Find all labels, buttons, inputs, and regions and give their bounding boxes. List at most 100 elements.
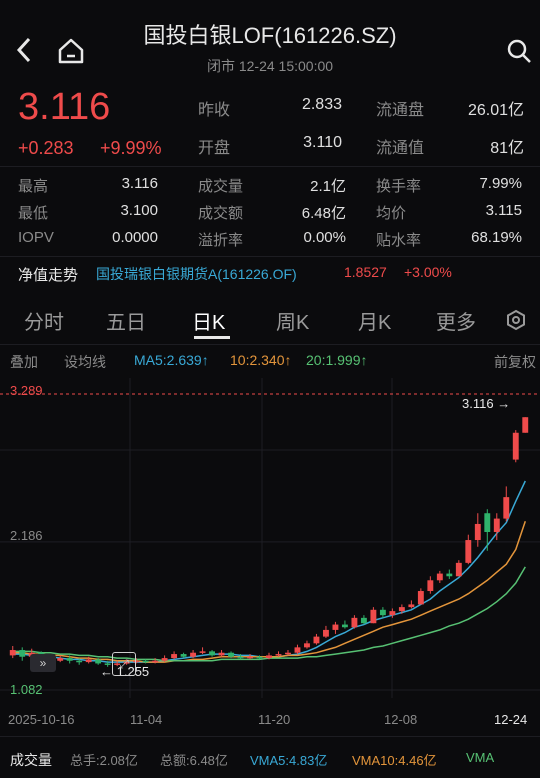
divider <box>0 166 540 167</box>
ma-line-ma20 <box>12 566 526 662</box>
candle-body <box>427 580 434 592</box>
x-tick-1: 11-04 <box>130 712 163 727</box>
low-value: 3.100 <box>120 202 158 219</box>
nav-value: 1.8527 <box>344 264 387 280</box>
y-label-top: 3.289 <box>10 383 43 398</box>
candle-body <box>85 659 92 663</box>
total-hands: 总手:2.08亿 <box>70 753 138 768</box>
high-value: 3.116 <box>121 175 158 192</box>
candle-body <box>512 432 519 460</box>
candle-body <box>436 573 443 581</box>
tab-weekly-k[interactable]: 周K <box>276 306 309 335</box>
turnover-rate-value: 7.99% <box>479 175 522 192</box>
y-label-mid: 2.186 <box>10 528 43 543</box>
candle-body <box>493 518 500 533</box>
last-price-label: 3.116 <box>462 396 494 411</box>
overlay-button[interactable]: 叠加 <box>10 352 38 372</box>
candle <box>522 417 529 433</box>
vma10-readout: VMA10:4.46亿 <box>352 753 437 768</box>
candle <box>408 600 415 609</box>
volume-section-label[interactable]: 成交量 <box>10 750 52 770</box>
x-tick-2: 11-20 <box>258 712 291 727</box>
candle-body <box>484 513 491 533</box>
ma20-readout: 20:1.999↑ <box>306 352 368 368</box>
price-change-pct: +9.99% <box>100 138 162 158</box>
candle <box>351 615 358 629</box>
candle <box>503 486 510 522</box>
tab-more[interactable]: 更多 <box>436 306 476 335</box>
set-ma-button[interactable]: 设均线 <box>64 352 106 372</box>
candle-body <box>285 652 291 655</box>
candle-body <box>247 656 253 659</box>
search-icon[interactable] <box>502 34 536 68</box>
fullscreen-icon[interactable]: ⤢ <box>112 652 136 676</box>
candle-body <box>294 647 301 653</box>
candle-body <box>142 660 149 663</box>
candle-body <box>66 658 73 661</box>
avg-price-value: 3.115 <box>485 202 522 219</box>
tab-daily-k[interactable]: 日K <box>192 306 225 335</box>
candle <box>417 588 424 605</box>
candle-body <box>522 417 529 433</box>
settings-icon[interactable] <box>502 307 530 333</box>
vma-readout: VMA <box>466 750 495 765</box>
candle <box>446 569 453 579</box>
last-price-marker: 3.116 → <box>462 396 511 411</box>
candle <box>171 651 178 660</box>
candle-body <box>379 609 386 616</box>
candle <box>379 607 386 618</box>
candle-body <box>446 573 453 577</box>
candle-body <box>199 651 206 653</box>
candle <box>427 576 434 594</box>
open-label: 开盘 <box>198 140 231 157</box>
x-tick-3: 12-08 <box>384 712 418 727</box>
kline-chart[interactable] <box>0 378 540 718</box>
candle-body <box>474 523 481 541</box>
candle-body <box>408 604 415 608</box>
candle <box>19 647 26 661</box>
candle-body <box>180 654 187 657</box>
expand-icon[interactable]: » <box>30 654 56 672</box>
ma5-readout: MA5:2.639↑ <box>134 352 209 368</box>
candle <box>304 640 310 649</box>
nav-fund-link[interactable]: 国投瑞银白银期货A(161226.OF) <box>96 264 297 284</box>
tab-five-day[interactable]: 五日 <box>106 306 146 335</box>
candle-body <box>503 497 510 519</box>
tab-monthly-k[interactable]: 月K <box>358 306 391 335</box>
active-tab-indicator <box>194 336 230 339</box>
candle-body <box>171 654 178 659</box>
tab-intraday[interactable]: 分时 <box>24 306 64 335</box>
high-label: 最高 <box>18 178 49 195</box>
candle-body <box>57 658 64 661</box>
discount-value: 68.19% <box>471 229 522 246</box>
candle <box>436 570 443 583</box>
ma10-readout: 10:2.340↑ <box>230 352 292 368</box>
avg-price-label: 均价 <box>376 205 407 222</box>
candle <box>313 633 320 645</box>
candle <box>370 607 377 624</box>
current-price: 3.116 <box>18 86 111 128</box>
turnover-amount-value: 6.48亿 <box>301 205 346 222</box>
price-change: +0.283 <box>18 138 74 158</box>
x-tick-0: 2025-10-16 <box>8 712 75 727</box>
candle <box>323 625 329 638</box>
candle <box>455 560 462 577</box>
candle-body <box>190 652 197 657</box>
candle <box>360 615 367 625</box>
candle-body <box>152 660 159 663</box>
candle-body <box>161 658 168 661</box>
premium-value: 0.00% <box>303 229 346 246</box>
divider <box>0 256 540 257</box>
candle-body <box>465 540 472 563</box>
candle <box>294 644 301 655</box>
candle-body <box>256 656 263 659</box>
candle <box>484 509 491 551</box>
vma5-readout: VMA5:4.83亿 <box>250 753 328 768</box>
candle-body <box>9 650 16 656</box>
candle-body <box>455 562 462 577</box>
total-amount: 总额:6.48亿 <box>160 753 228 768</box>
candle <box>209 650 215 657</box>
candle-body <box>332 624 339 630</box>
adjust-toggle[interactable]: 前复权 <box>494 352 536 372</box>
candle-body <box>218 652 225 656</box>
